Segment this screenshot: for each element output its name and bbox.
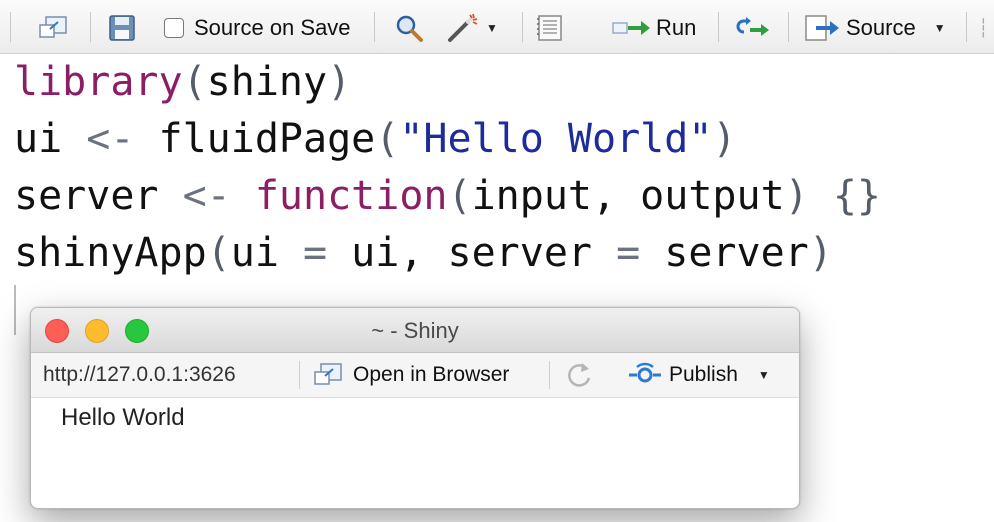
code-token: ) <box>808 230 833 276</box>
code-line-1[interactable]: library(shiny) <box>14 58 351 106</box>
chevron-down-icon[interactable]: ▼ <box>758 368 770 382</box>
source-icon <box>804 14 840 42</box>
publish-button[interactable]: Publish ▼ <box>627 359 770 391</box>
open-in-browser-icon <box>313 362 343 388</box>
shiny-app-window: ~ - Shiny http://127.0.0.1:3626 Open in … <box>30 307 800 509</box>
code-token: input, output <box>471 173 785 219</box>
save-icon <box>108 14 136 42</box>
source-label: Source <box>846 15 916 40</box>
run-icon <box>612 17 652 39</box>
open-in-browser-label: Open in Browser <box>353 363 510 386</box>
toolbar-separator <box>966 12 967 42</box>
toolbar-separator <box>90 12 91 42</box>
code-token: = <box>592 230 665 276</box>
code-token: ( <box>206 230 231 276</box>
source-button[interactable]: Source ▼ <box>804 12 946 44</box>
reload-icon <box>565 360 595 390</box>
show-in-window-icon <box>38 15 68 41</box>
compile-report-icon <box>536 14 564 42</box>
code-token: shinyApp <box>14 230 207 276</box>
viewer-toolbar: http://127.0.0.1:3626 Open in Browser Pu… <box>31 353 799 398</box>
code-line-4[interactable]: shinyApp(ui = ui, server = server) <box>14 229 833 277</box>
toolbar-separator <box>374 12 375 42</box>
code-token: <- <box>158 173 255 219</box>
code-token: "Hello World" <box>399 116 713 162</box>
code-token: function <box>254 173 448 219</box>
code-token: ui <box>230 230 279 276</box>
code-token: shiny <box>206 59 328 105</box>
code-token: <- <box>62 116 159 162</box>
code-token: ( <box>447 173 472 219</box>
checkbox-icon[interactable] <box>164 18 184 38</box>
chevron-down-icon[interactable]: ▼ <box>486 21 498 35</box>
app-url: http://127.0.0.1:3626 <box>43 363 236 386</box>
window-title: ~ - Shiny <box>371 318 459 343</box>
rerun-icon <box>734 16 770 40</box>
source-on-save-label: Source on Save <box>194 15 351 40</box>
compile-report-button[interactable] <box>536 12 564 44</box>
show-in-window-button[interactable] <box>38 12 68 44</box>
toolbar-separator <box>522 12 523 42</box>
code-tools-wand-icon <box>446 13 480 43</box>
rerun-button[interactable] <box>734 12 770 44</box>
code-token: = <box>278 230 352 276</box>
toolbar-separator <box>10 12 11 42</box>
code-token: ) <box>327 59 352 105</box>
publish-label: Publish <box>669 363 738 386</box>
toolbar-separator <box>788 12 789 42</box>
reload-app-button[interactable] <box>565 359 595 391</box>
code-token: ) <box>784 173 809 219</box>
code-token: ( <box>375 116 400 162</box>
search-icon <box>394 13 424 43</box>
editor-toolbar: Source on Save ▼ Run Source ▼ ┆ <box>0 0 994 54</box>
chevron-down-icon[interactable]: ▼ <box>934 21 946 35</box>
source-on-save-checkbox[interactable]: Source on Save <box>164 12 351 44</box>
open-in-browser-button[interactable]: Open in Browser <box>313 359 509 391</box>
app-content-text: Hello World <box>61 404 185 431</box>
toolbar-separator <box>718 12 719 42</box>
toolbar-separator <box>299 361 300 389</box>
find-replace-button[interactable] <box>394 12 424 44</box>
code-token: ) <box>712 116 737 162</box>
text-cursor <box>14 285 16 335</box>
code-token: ui <box>14 116 63 162</box>
code-line-2[interactable]: ui <- fluidPage("Hello World") <box>14 115 737 163</box>
save-button[interactable] <box>108 12 136 44</box>
run-label: Run <box>656 15 697 40</box>
code-token: server <box>664 230 809 276</box>
window-titlebar[interactable]: ~ - Shiny <box>31 308 799 353</box>
code-line-3[interactable]: server <- function(input, output) {} <box>14 172 881 220</box>
code-token: library <box>14 59 183 105</box>
toolbar-overflow-icon[interactable]: ┆ <box>978 12 989 44</box>
run-button[interactable]: Run <box>612 12 696 44</box>
code-token: fluidPage <box>158 116 376 162</box>
code-token: {} <box>808 173 881 219</box>
publish-icon <box>627 362 663 388</box>
code-token: server <box>14 173 159 219</box>
toolbar-separator <box>549 361 550 389</box>
code-token: ( <box>182 59 207 105</box>
code-token: ui, server <box>351 230 592 276</box>
code-tools-button[interactable]: ▼ <box>446 12 498 44</box>
